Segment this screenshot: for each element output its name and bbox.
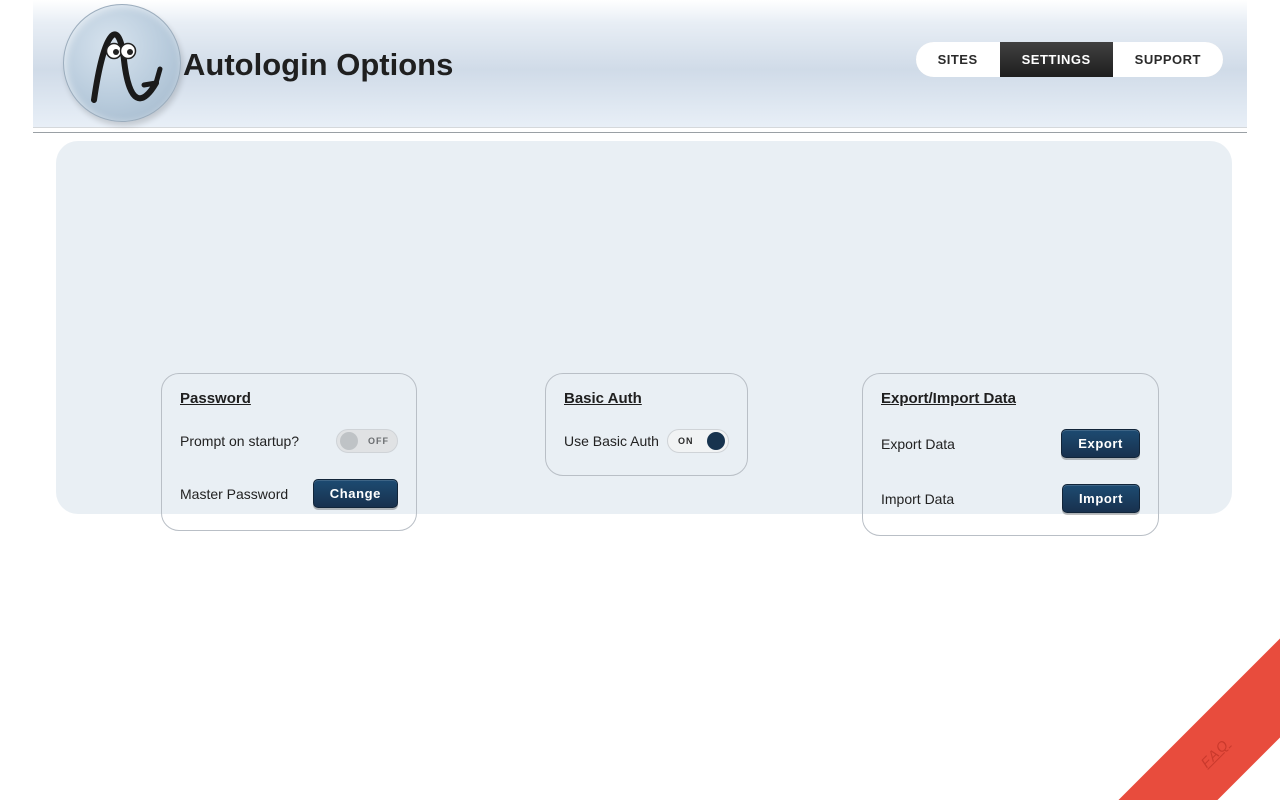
faq-corner: FAQ (1070, 620, 1280, 800)
faq-label: FAQ (1197, 735, 1232, 770)
nav-tab-settings[interactable]: SETTINGS (1000, 42, 1113, 77)
export-button[interactable]: Export (1061, 429, 1140, 458)
header: Autologin Options SITES SETTINGS SUPPORT (33, 0, 1247, 128)
change-password-button[interactable]: Change (313, 479, 398, 508)
master-password-label: Master Password (180, 486, 288, 502)
logo-circle (63, 4, 181, 122)
use-basic-auth-label: Use Basic Auth (564, 433, 659, 449)
card-basic-auth-title: Basic Auth (564, 390, 729, 407)
nav-tab-sites[interactable]: SITES (916, 42, 1000, 77)
toggle-knob (707, 432, 725, 450)
toggle-off-label: OFF (368, 436, 389, 446)
toggle-knob (340, 432, 358, 450)
page-title: Autologin Options (183, 47, 453, 83)
card-password-title: Password (180, 390, 398, 407)
nav-tabs: SITES SETTINGS SUPPORT (916, 42, 1223, 77)
use-basic-auth-toggle[interactable]: ON (667, 429, 729, 453)
card-password: Password Prompt on startup? OFF Master P… (161, 373, 417, 531)
app-logo (63, 4, 181, 122)
card-export-import-title: Export/Import Data (881, 390, 1140, 407)
export-data-label: Export Data (881, 436, 955, 452)
nav-tab-support[interactable]: SUPPORT (1113, 42, 1223, 77)
prompt-on-startup-label: Prompt on startup? (180, 433, 299, 449)
logo-glyph-icon (64, 5, 182, 123)
card-export-import: Export/Import Data Export Data Export Im… (862, 373, 1159, 536)
import-button[interactable]: Import (1062, 484, 1140, 513)
card-basic-auth: Basic Auth Use Basic Auth ON (545, 373, 748, 476)
import-data-label: Import Data (881, 491, 954, 507)
toggle-on-label: ON (678, 436, 694, 446)
faq-link[interactable]: FAQ (1077, 620, 1280, 800)
prompt-on-startup-toggle[interactable]: OFF (336, 429, 398, 453)
